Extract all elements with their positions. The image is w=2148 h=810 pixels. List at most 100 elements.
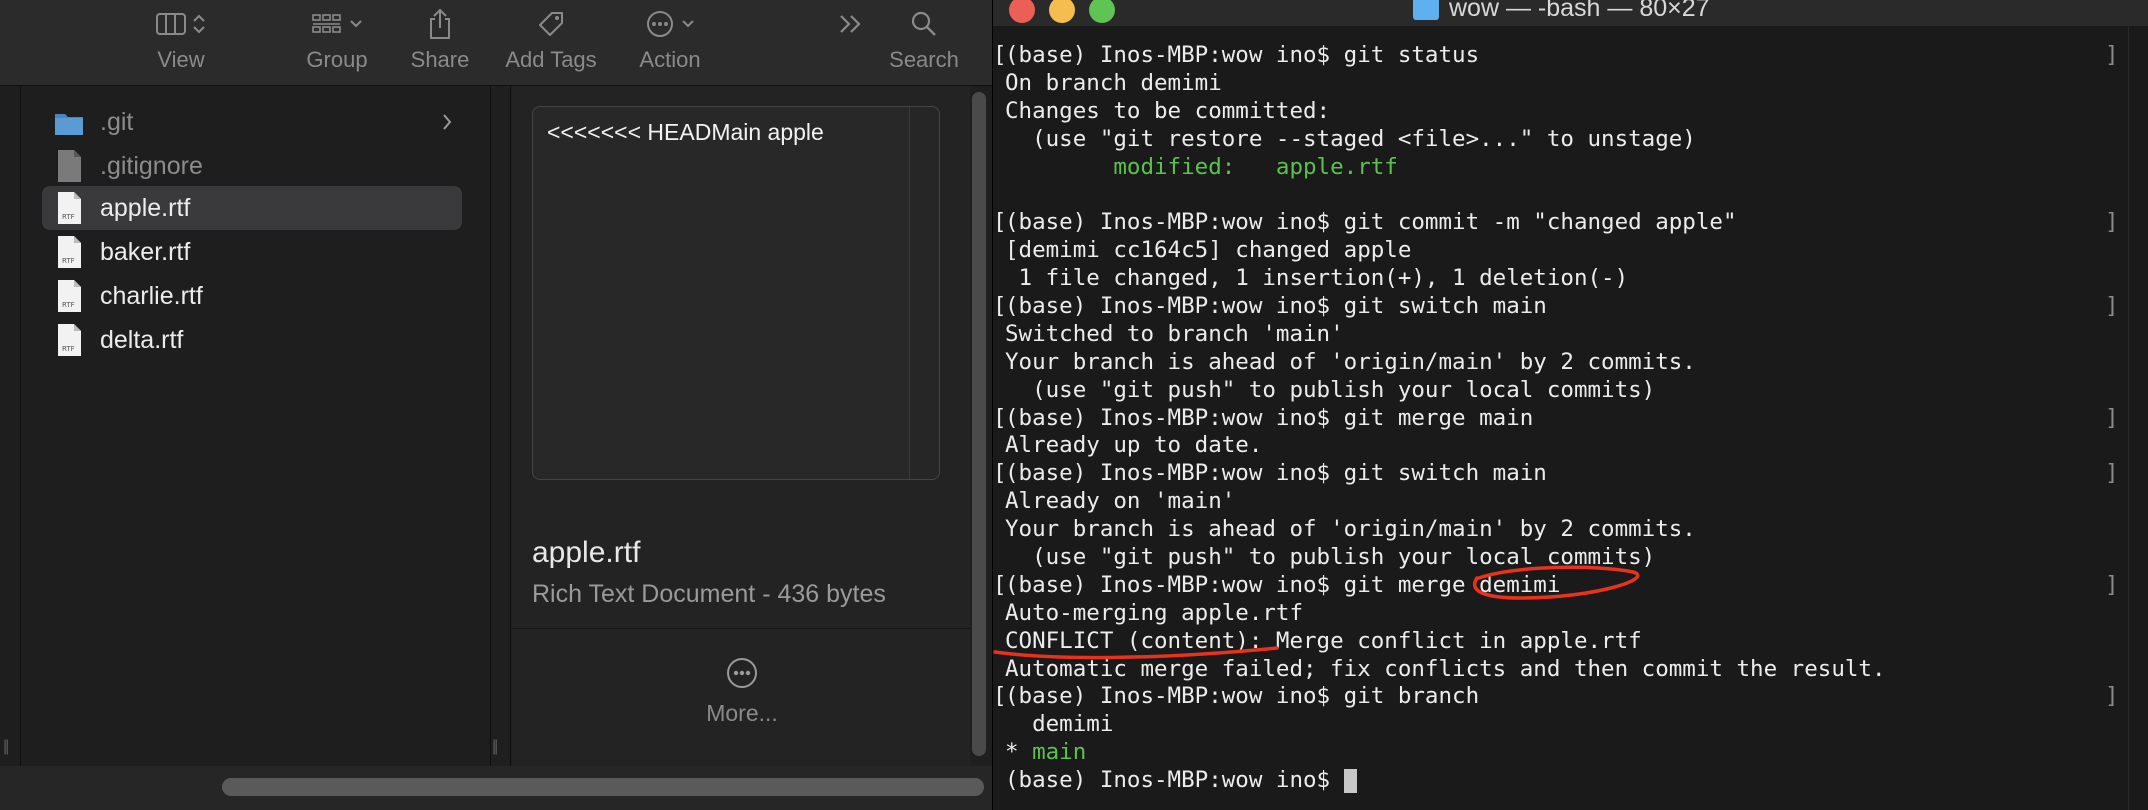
prompt-marker-left: [ xyxy=(993,293,1007,320)
ellipsis-circle-icon xyxy=(727,658,757,688)
tag-icon xyxy=(539,12,563,36)
file-name: .git xyxy=(100,107,134,136)
file-row-charlie[interactable]: RTF charlie.rtf xyxy=(42,274,462,318)
terminal-window: wow — -bash — 80×27 (base) Inos-MBP:wow … xyxy=(992,0,2148,810)
file-row-git[interactable]: .git xyxy=(42,100,462,144)
terminal-line-text: (base) Inos-MBP:wow ino$ git switch main xyxy=(1005,460,1547,487)
folder-icon xyxy=(1413,0,1439,20)
search-button[interactable]: Search xyxy=(884,0,964,86)
folder-icon xyxy=(55,114,83,135)
share-button[interactable]: Share xyxy=(406,0,474,86)
terminal-scrollbar[interactable] xyxy=(2128,26,2148,810)
terminal-line-text: Auto-merging apple.rtf xyxy=(1005,599,1304,626)
terminal-output-line: Your branch is ahead of 'origin/main' by… xyxy=(1005,516,2125,544)
action-label: Action xyxy=(639,47,701,72)
file-row-baker[interactable]: RTF baker.rtf xyxy=(42,230,462,274)
prompt-marker-left: [ xyxy=(993,683,1007,710)
terminal-line-text: Your branch is ahead of 'origin/main' by… xyxy=(1005,516,1696,543)
action-button[interactable]: Action xyxy=(630,0,710,86)
file-row-apple[interactable]: RTF apple.rtf xyxy=(42,186,462,230)
terminal-line-text: (use "git push" to publish your local co… xyxy=(1005,376,1656,403)
terminal-line-text: Your branch is ahead of 'origin/main' by… xyxy=(1005,348,1696,375)
rtf-badge: RTF xyxy=(62,213,75,221)
prompt-marker-right: ] xyxy=(2105,571,2119,598)
document-preview[interactable]: <<<<<<< HEADMain apple xyxy=(532,106,940,480)
terminal-output-line: On branch demimi xyxy=(1005,70,2125,98)
terminal-output-line: Changes to be committed: xyxy=(1005,98,2125,126)
prompt-marker-right: ] xyxy=(2105,209,2119,236)
view-button[interactable]: View xyxy=(148,0,214,86)
prompt-marker-right: ] xyxy=(2105,404,2119,431)
horizontal-scrollbar-track[interactable] xyxy=(0,766,992,810)
terminal-line-text: (base) Inos-MBP:wow ino$ git commit -m "… xyxy=(1005,209,1737,236)
terminal-output-line: (use "git push" to publish your local co… xyxy=(1005,544,2125,572)
minimize-button[interactable] xyxy=(1049,0,1075,23)
close-button[interactable] xyxy=(1009,0,1035,23)
column-resize-handle[interactable]: || xyxy=(492,738,498,756)
horizontal-scrollbar-thumb[interactable] xyxy=(222,778,984,796)
column-divider xyxy=(20,86,21,766)
column-divider xyxy=(510,86,511,766)
terminal-line-text: Already up to date. xyxy=(1005,432,1263,459)
rtf-file-icon: RTF xyxy=(58,280,81,312)
terminal-output[interactable]: (base) Inos-MBP:wow ino$ git status [] On … xyxy=(993,42,2125,795)
terminal-prompt-line: (base) Inos-MBP:wow ino$ git branch[] xyxy=(993,683,2125,711)
chevron-down-icon xyxy=(350,20,362,28)
terminal-output-line: modified: apple.rtf xyxy=(1005,154,2125,182)
terminal-line-text: demimi xyxy=(1005,711,1114,738)
terminal-line-text: (base) Inos-MBP:wow ino$ git status xyxy=(1005,42,1480,68)
prompt-marker-left: [ xyxy=(993,404,1007,431)
prompt-marker-left: [ xyxy=(993,571,1007,598)
file-row-delta[interactable]: RTF delta.rtf xyxy=(42,318,462,362)
terminal-output-line: Automatic merge failed; fix conflicts an… xyxy=(1005,656,2125,684)
terminal-line-text: [demimi cc164c5] changed apple xyxy=(1005,237,1412,264)
share-icon xyxy=(430,8,450,39)
file-list-column: .git .gitignore RTF apple.rtf RTF baker.… xyxy=(0,86,490,766)
file-name: delta.rtf xyxy=(100,325,184,354)
terminal-line-text: (use "git push" to publish your local co… xyxy=(1005,544,1656,571)
group-label: Group xyxy=(306,47,368,72)
terminal-output-line: Switched to branch 'main' xyxy=(1005,321,2125,349)
preview-file-title: apple.rtf xyxy=(532,536,641,569)
group-button[interactable]: Group xyxy=(302,0,372,86)
view-label: View xyxy=(157,47,205,72)
terminal-prompt-line: (base) Inos-MBP:wow ino$ xyxy=(1005,767,2125,795)
terminal-line-text: (use "git restore --staged <file>..." to… xyxy=(1005,125,1696,152)
zoom-button[interactable] xyxy=(1089,0,1115,23)
add-tags-label: Add Tags xyxy=(505,47,597,72)
toolbar-overflow-button[interactable] xyxy=(834,0,868,86)
file-row-gitignore[interactable]: .gitignore xyxy=(42,144,462,188)
terminal-line-text: (base) Inos-MBP:wow ino$ git branch xyxy=(1005,683,1480,710)
prompt-marker-right: ] xyxy=(2105,293,2119,320)
terminal-prompt-line: (base) Inos-MBP:wow ino$ git switch main… xyxy=(993,460,2125,488)
terminal-output-line: (use "git push" to publish your local co… xyxy=(1005,377,2125,405)
terminal-line-text: (base) Inos-MBP:wow ino$ xyxy=(1005,767,1344,794)
divider xyxy=(512,628,970,629)
terminal-line-text: On branch demimi xyxy=(1005,69,1222,96)
terminal-line-text: (base) Inos-MBP:wow ino$ git switch main xyxy=(1005,293,1547,320)
preview-scrollbar[interactable] xyxy=(909,107,939,479)
columns-view-icon xyxy=(156,13,186,35)
terminal-output-line: Already on 'main' xyxy=(1005,488,2125,516)
column-divider xyxy=(490,86,491,766)
vertical-scrollbar[interactable] xyxy=(972,92,986,756)
prompt-marker-right: ] xyxy=(2105,42,2119,68)
file-name: apple.rtf xyxy=(100,193,191,222)
rtf-file-icon: RTF xyxy=(58,236,81,268)
column-resize-handle[interactable]: || xyxy=(3,738,9,756)
terminal-prompt-line: (base) Inos-MBP:wow ino$ git commit -m "… xyxy=(993,209,2125,237)
terminal-output-line: * main xyxy=(1005,739,2125,767)
ellipsis-circle-icon xyxy=(647,11,673,37)
terminal-output-line: Auto-merging apple.rtf xyxy=(1005,600,2125,628)
preview-file-info: Rich Text Document - 436 bytes xyxy=(532,580,886,608)
terminal-output-line: CONFLICT (content): Merge conflict in ap… xyxy=(1005,628,2125,656)
search-icon xyxy=(911,11,936,36)
more-button[interactable]: More... xyxy=(672,656,812,746)
rtf-file-icon: RTF xyxy=(58,192,81,224)
group-grid-icon xyxy=(312,14,341,33)
add-tags-button[interactable]: Add Tags xyxy=(500,0,602,86)
terminal-line-text: CONFLICT (content): Merge conflict in ap… xyxy=(1005,627,1642,654)
terminal-output-line: Your branch is ahead of 'origin/main' by… xyxy=(1005,349,2125,377)
terminal-output-line: [demimi cc164c5] changed apple xyxy=(1005,237,2125,265)
